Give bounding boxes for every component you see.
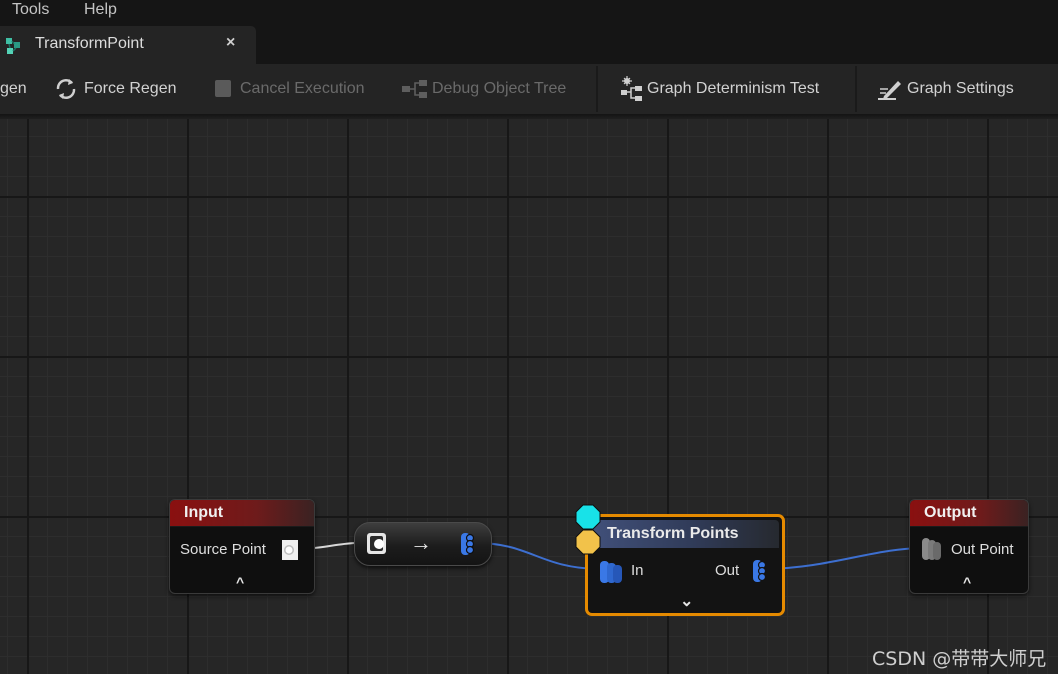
transform-points-header[interactable]: Transform Points <box>591 520 779 548</box>
collapse-icon[interactable]: ^ <box>963 574 971 590</box>
input-node-title: Input <box>184 504 224 521</box>
source-point-pin-icon[interactable] <box>279 538 301 562</box>
conversion-node[interactable]: → <box>354 522 492 566</box>
points-collection-pin-icon <box>461 533 475 555</box>
output-node-header[interactable]: Output <box>910 500 1028 527</box>
transform-points-node[interactable]: Transform Points In Out ⌄ <box>585 514 785 616</box>
source-point-label: Source Point <box>180 541 266 558</box>
in-pin-label: In <box>631 562 644 579</box>
transform-points-title: Transform Points <box>607 525 739 542</box>
arrow-right-icon: → <box>410 530 432 555</box>
execution-pin-yellow-icon[interactable] <box>575 529 601 555</box>
watermark-text: CSDN @带带大师兄 <box>872 648 1047 670</box>
input-node[interactable]: Input Source Point ^ <box>169 499 315 594</box>
execution-pin-cyan-icon[interactable] <box>575 504 601 530</box>
out-pin-label: Out <box>715 562 740 579</box>
collapse-icon[interactable]: ^ <box>236 574 244 590</box>
wire-transform-to-output[interactable] <box>764 547 923 570</box>
expand-chevron-icon[interactable]: ⌄ <box>680 591 693 611</box>
out-point-pin-icon[interactable] <box>920 536 944 562</box>
graph-wires <box>297 540 923 572</box>
input-node-header[interactable]: Input <box>170 500 314 527</box>
out-pin-icon[interactable] <box>751 558 769 584</box>
output-node-title: Output <box>924 504 977 521</box>
point-pin-icon <box>367 533 386 554</box>
in-pin-icon[interactable] <box>598 559 626 585</box>
out-point-label: Out Point <box>951 541 1014 558</box>
output-node[interactable]: Output Out Point ^ <box>909 499 1029 594</box>
